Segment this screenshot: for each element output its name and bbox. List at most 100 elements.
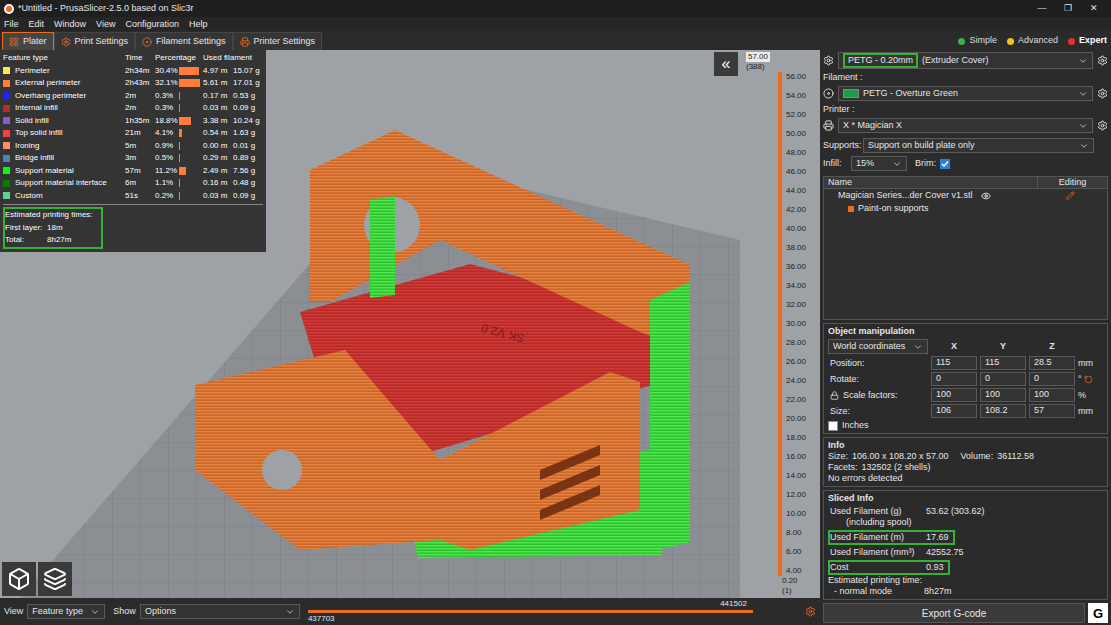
filament-select[interactable]: PETG - Overture Green	[838, 86, 1093, 101]
reset-rotation-icon[interactable]	[1084, 375, 1093, 384]
tab[interactable]: Print Settings	[54, 32, 136, 50]
tab[interactable]: Printer Settings	[233, 32, 323, 50]
layer-slider[interactable]: 57.00(388)56.0054.0052.0050.0048.0046.00…	[740, 50, 820, 598]
tab-bar: PlaterPrint SettingsFilament SettingsPri…	[0, 31, 1111, 50]
preview-button[interactable]	[38, 562, 72, 596]
supports-select[interactable]: Support on build plate only	[863, 138, 1094, 153]
brim-checkbox[interactable]	[940, 159, 950, 169]
sliced-row: Used Filament (mm³)42552.75	[828, 545, 970, 560]
legend-swatch	[3, 192, 10, 199]
sliced-info: Sliced InfoUsed Filament (g)(including s…	[823, 490, 1108, 600]
menu-item[interactable]: Configuration	[125, 20, 179, 29]
object-list: NameEditingMagician Series...der Cover v…	[823, 176, 1108, 320]
view-bar: ViewFeature typeShowOptions441502437703	[0, 598, 820, 625]
infill-select[interactable]: 15%	[851, 156, 907, 171]
coordinates-select[interactable]: World coordinates	[828, 339, 928, 354]
menu-item[interactable]: View	[96, 20, 115, 29]
tab[interactable]: Filament Settings	[135, 32, 233, 50]
legend-swatch	[3, 167, 10, 174]
number-field[interactable]: 28.5	[1029, 356, 1075, 370]
chevron-down-icon	[1078, 121, 1088, 131]
tab[interactable]: Plater	[2, 32, 54, 50]
printer-select[interactable]: X * Magician X	[838, 118, 1093, 133]
collapse-sidebar-button[interactable]: «	[714, 52, 738, 76]
legend-swatch	[3, 80, 10, 87]
number-field[interactable]: 0	[931, 372, 977, 386]
export-gcode-button[interactable]: Export G-code	[823, 603, 1085, 623]
object-child-row[interactable]: Paint-on supports	[824, 202, 1107, 215]
layer-tick: 48.00	[786, 148, 806, 158]
chevron-down-icon	[285, 607, 295, 617]
number-field[interactable]: 100	[1029, 388, 1075, 402]
edit-printer-icon[interactable]	[1097, 120, 1108, 131]
chevron-down-icon	[892, 159, 902, 169]
number-field[interactable]: 100	[931, 388, 977, 402]
legend-bar	[179, 92, 203, 100]
layer-tick: 52.00	[786, 110, 806, 120]
mode-button[interactable]: Advanced	[1007, 34, 1058, 48]
legend-name: Bridge infill	[13, 152, 125, 165]
menu-item[interactable]: File	[4, 20, 19, 29]
layer-tick: 22.00	[786, 395, 806, 405]
chevron-down-icon	[90, 607, 100, 617]
lock-icon[interactable]	[830, 391, 839, 400]
layer-tick: 46.00	[786, 167, 806, 177]
number-field[interactable]: 0	[1029, 372, 1075, 386]
cube-icon	[7, 567, 31, 591]
layer-tick: 6.00	[786, 547, 806, 557]
edit-icon[interactable]	[1066, 191, 1075, 200]
object-row[interactable]: Magician Series...der Cover v1.stl	[824, 189, 1107, 202]
eye-icon[interactable]	[981, 191, 991, 201]
layer-tick: 54.00	[786, 91, 806, 101]
number-field[interactable]: 57	[1029, 404, 1075, 418]
number-field[interactable]: 108.2	[980, 404, 1026, 418]
legend-bar	[179, 192, 203, 200]
sidebar: PETG - 0.20mm(Extruder Cover)Filament :P…	[820, 50, 1111, 625]
legend-name: Internal infill	[13, 102, 125, 115]
legend-name: Solid infill	[13, 115, 125, 128]
viewport: SK V2.0Feature typeTimePercentageUsed fi…	[0, 50, 820, 625]
gcode-viewer-button[interactable]: G	[1088, 603, 1108, 623]
legend-swatch	[3, 130, 10, 137]
gear-icon[interactable]	[805, 606, 816, 617]
mode-button[interactable]: Simple	[958, 34, 997, 48]
layer-tick: 26.00	[786, 357, 806, 367]
menu-item[interactable]: Edit	[29, 20, 45, 29]
gear-icon	[61, 37, 71, 47]
number-field[interactable]: 100	[980, 388, 1026, 402]
print-preset-select[interactable]: PETG - 0.20mm(Extruder Cover)	[838, 52, 1093, 69]
move-slider[interactable]: 441502437703	[308, 600, 753, 623]
legend-bar	[179, 154, 203, 162]
legend-name: Perimeter	[13, 65, 125, 78]
number-field[interactable]: 0	[980, 372, 1026, 386]
layer-tick: 44.00	[786, 186, 806, 196]
view-select[interactable]: Feature type	[27, 604, 105, 620]
chevron-down-icon	[1078, 56, 1088, 66]
object-manipulation: Object manipulationWorld coordinatesXYZP…	[823, 323, 1108, 434]
number-field[interactable]: 115	[931, 356, 977, 370]
legend-swatch	[3, 155, 10, 162]
legend-bar	[179, 117, 203, 125]
edit-filament-icon[interactable]	[1097, 88, 1108, 99]
number-field[interactable]: 115	[980, 356, 1026, 370]
window-control[interactable]: —	[1029, 2, 1055, 16]
window-control[interactable]: ❐	[1055, 2, 1081, 16]
3d-canvas[interactable]: SK V2.0Feature typeTimePercentageUsed fi…	[0, 50, 740, 598]
layer-tick: 14.00	[786, 471, 806, 481]
view-3d-button[interactable]	[2, 562, 36, 596]
plater-icon	[9, 37, 19, 47]
title-bar: *Untitled - PrusaSlicer-2.5.0 based on S…	[0, 0, 1111, 17]
number-field[interactable]: 106	[931, 404, 977, 418]
menu-item[interactable]: Window	[54, 20, 86, 29]
spool-icon	[142, 37, 152, 47]
show-select[interactable]: Options	[140, 604, 300, 620]
layer-tick: 10.00	[786, 509, 806, 519]
window-control[interactable]: ✕	[1081, 2, 1107, 16]
layer-tick: 42.00	[786, 205, 806, 215]
menu-item[interactable]: Help	[189, 20, 208, 29]
chevron-down-icon	[913, 342, 923, 352]
mode-button[interactable]: Expert	[1068, 34, 1107, 48]
layer-tick: 20.00	[786, 414, 806, 424]
inches-checkbox[interactable]	[828, 421, 838, 431]
edit-preset-icon[interactable]	[1097, 55, 1108, 66]
